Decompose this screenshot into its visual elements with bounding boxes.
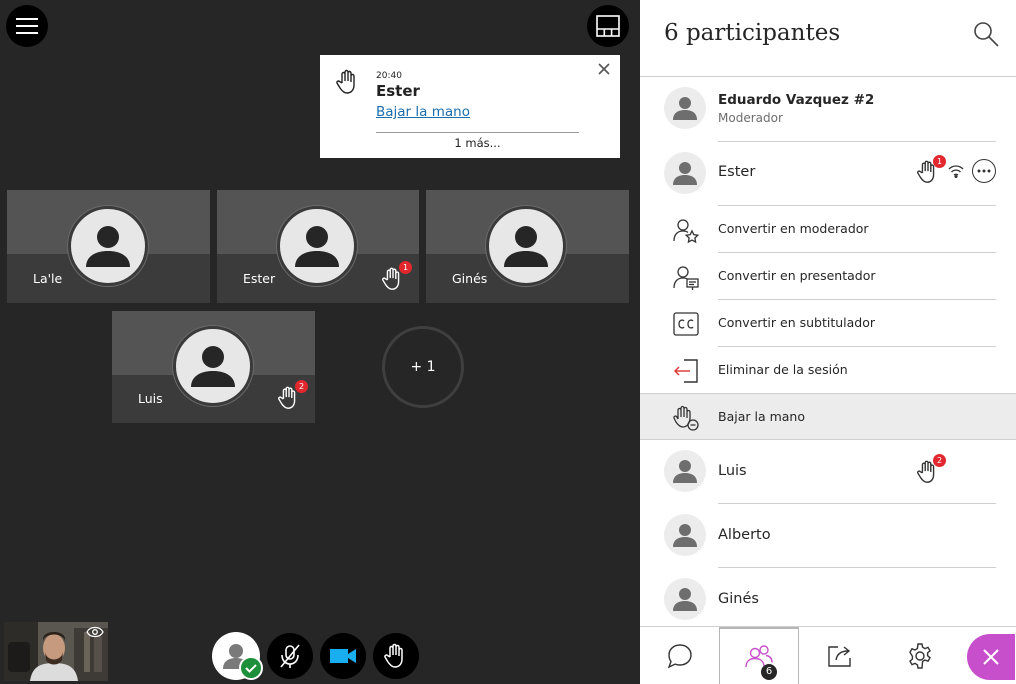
visibility-icon[interactable] xyxy=(86,626,104,638)
participant-role: Moderador xyxy=(718,111,783,125)
panel-title: 6 participantes xyxy=(664,20,841,46)
participant-name: Ester xyxy=(718,164,756,180)
hand-count-badge: 2 xyxy=(295,380,308,393)
option-label: Convertir en presentador xyxy=(718,268,876,283)
grid-layout-icon xyxy=(596,15,620,37)
avatar xyxy=(277,206,357,286)
user-icon xyxy=(673,162,697,185)
menu-button[interactable] xyxy=(6,5,48,47)
video-stage: 20:40 Ester Bajar la mano 1 más... La'le… xyxy=(0,0,640,684)
participant-row[interactable]: Eduardo Vazquez #2 Moderador xyxy=(640,77,1016,142)
raised-hand-notification: 20:40 Ester Bajar la mano 1 más... xyxy=(320,55,620,158)
user-icon xyxy=(295,226,339,267)
participant-row[interactable]: Ester 1 xyxy=(640,142,1016,206)
tab-settings[interactable] xyxy=(880,627,960,684)
notification-divider xyxy=(376,132,579,133)
raise-hand-button[interactable] xyxy=(373,633,419,679)
remove-icon xyxy=(674,359,698,383)
gear-icon xyxy=(909,643,931,669)
layout-button[interactable] xyxy=(587,5,629,47)
microphone-button[interactable] xyxy=(267,633,313,679)
participant-name: Ginés xyxy=(718,591,759,607)
tile-name: Ginés xyxy=(452,271,488,286)
share-icon xyxy=(828,646,851,667)
notification-time: 20:40 xyxy=(376,71,402,81)
option-label: Convertir en subtitulador xyxy=(718,315,876,330)
remove-from-session-option[interactable]: Eliminar de la sesión xyxy=(640,347,1016,394)
microphone-muted-icon xyxy=(280,644,300,668)
participants-count-badge: 6 xyxy=(761,664,777,680)
lower-hand-option[interactable]: Bajar la mano xyxy=(640,393,1016,440)
lower-hand-link[interactable]: Bajar la mano xyxy=(376,104,470,120)
tile-name: La'le xyxy=(33,271,63,286)
make-captioner-option[interactable]: Convertir en subtitulador xyxy=(640,300,1016,347)
hand-count-badge: 1 xyxy=(933,155,946,168)
camera-button[interactable] xyxy=(320,633,366,679)
close-icon[interactable] xyxy=(596,61,612,77)
user-icon xyxy=(673,460,697,483)
tile-name: Ester xyxy=(243,271,276,286)
video-tile[interactable]: La'le xyxy=(7,190,210,303)
avatar xyxy=(664,450,706,492)
camera-icon xyxy=(330,649,356,663)
tab-participants[interactable]: 6 xyxy=(719,627,799,684)
video-tile[interactable]: Ginés xyxy=(426,190,629,303)
video-tile[interactable]: Luis 2 xyxy=(112,311,315,423)
notification-name: Ester xyxy=(376,82,420,100)
avatar xyxy=(664,152,706,194)
make-moderator-option[interactable]: Convertir en moderador xyxy=(640,206,1016,253)
avatar xyxy=(664,87,706,129)
panel-tabs: 6 xyxy=(640,626,1016,684)
avatar xyxy=(486,206,566,286)
user-icon xyxy=(86,226,130,267)
user-icon xyxy=(504,226,548,267)
more-participants-count: + 1 xyxy=(382,326,464,408)
search-icon[interactable] xyxy=(972,20,1000,48)
tile-name: Luis xyxy=(138,391,163,406)
participant-row[interactable]: Luis 2 xyxy=(640,440,1016,504)
option-label: Convertir en moderador xyxy=(718,221,869,236)
chat-icon xyxy=(667,644,692,669)
participant-name: Luis xyxy=(718,463,747,479)
make-presenter-option[interactable]: Convertir en presentador xyxy=(640,253,1016,300)
participant-name: Eduardo Vazquez #2 xyxy=(718,92,875,108)
option-label: Eliminar de la sesión xyxy=(718,362,848,377)
avatar xyxy=(664,578,706,620)
more-participants-tile[interactable]: + 1 xyxy=(322,311,524,423)
user-icon xyxy=(673,588,697,611)
status-available-badge xyxy=(239,656,263,680)
more-options-button[interactable] xyxy=(972,159,996,183)
avatar xyxy=(664,514,706,556)
user-icon xyxy=(673,524,697,547)
option-label: Bajar la mano xyxy=(718,409,805,424)
captioner-icon xyxy=(673,312,699,336)
participants-panel: 6 participantes Eduardo Vazquez #2 Moder… xyxy=(640,0,1016,684)
tab-share-content[interactable] xyxy=(800,627,880,684)
participant-row[interactable]: Ginés xyxy=(640,568,1016,626)
ellipsis-icon xyxy=(977,169,991,173)
check-icon xyxy=(245,664,257,673)
connection-signal-icon xyxy=(948,165,964,178)
raised-hand-icon xyxy=(336,69,355,94)
more-notifications-link[interactable]: 1 más... xyxy=(376,136,579,150)
participant-row[interactable]: Alberto xyxy=(640,504,1016,568)
lower-hand-icon xyxy=(673,405,699,431)
close-icon xyxy=(983,649,999,665)
participant-name: Alberto xyxy=(718,527,771,543)
presenter-icon xyxy=(673,266,699,290)
hand-count-badge: 1 xyxy=(399,261,412,274)
hand-count-badge: 2 xyxy=(933,454,946,467)
user-icon xyxy=(673,97,697,120)
video-tile[interactable]: Ester 1 xyxy=(217,190,419,303)
app: 20:40 Ester Bajar la mano 1 más... La'le… xyxy=(0,0,1016,684)
moderator-icon xyxy=(673,219,700,244)
tab-chat[interactable] xyxy=(640,627,720,684)
user-icon xyxy=(191,346,235,387)
hamburger-icon xyxy=(16,18,38,34)
self-video-preview[interactable] xyxy=(4,622,108,681)
raised-hand-icon xyxy=(384,643,403,668)
close-panel-button[interactable] xyxy=(967,634,1015,680)
avatar xyxy=(173,326,253,406)
avatar xyxy=(68,206,148,286)
